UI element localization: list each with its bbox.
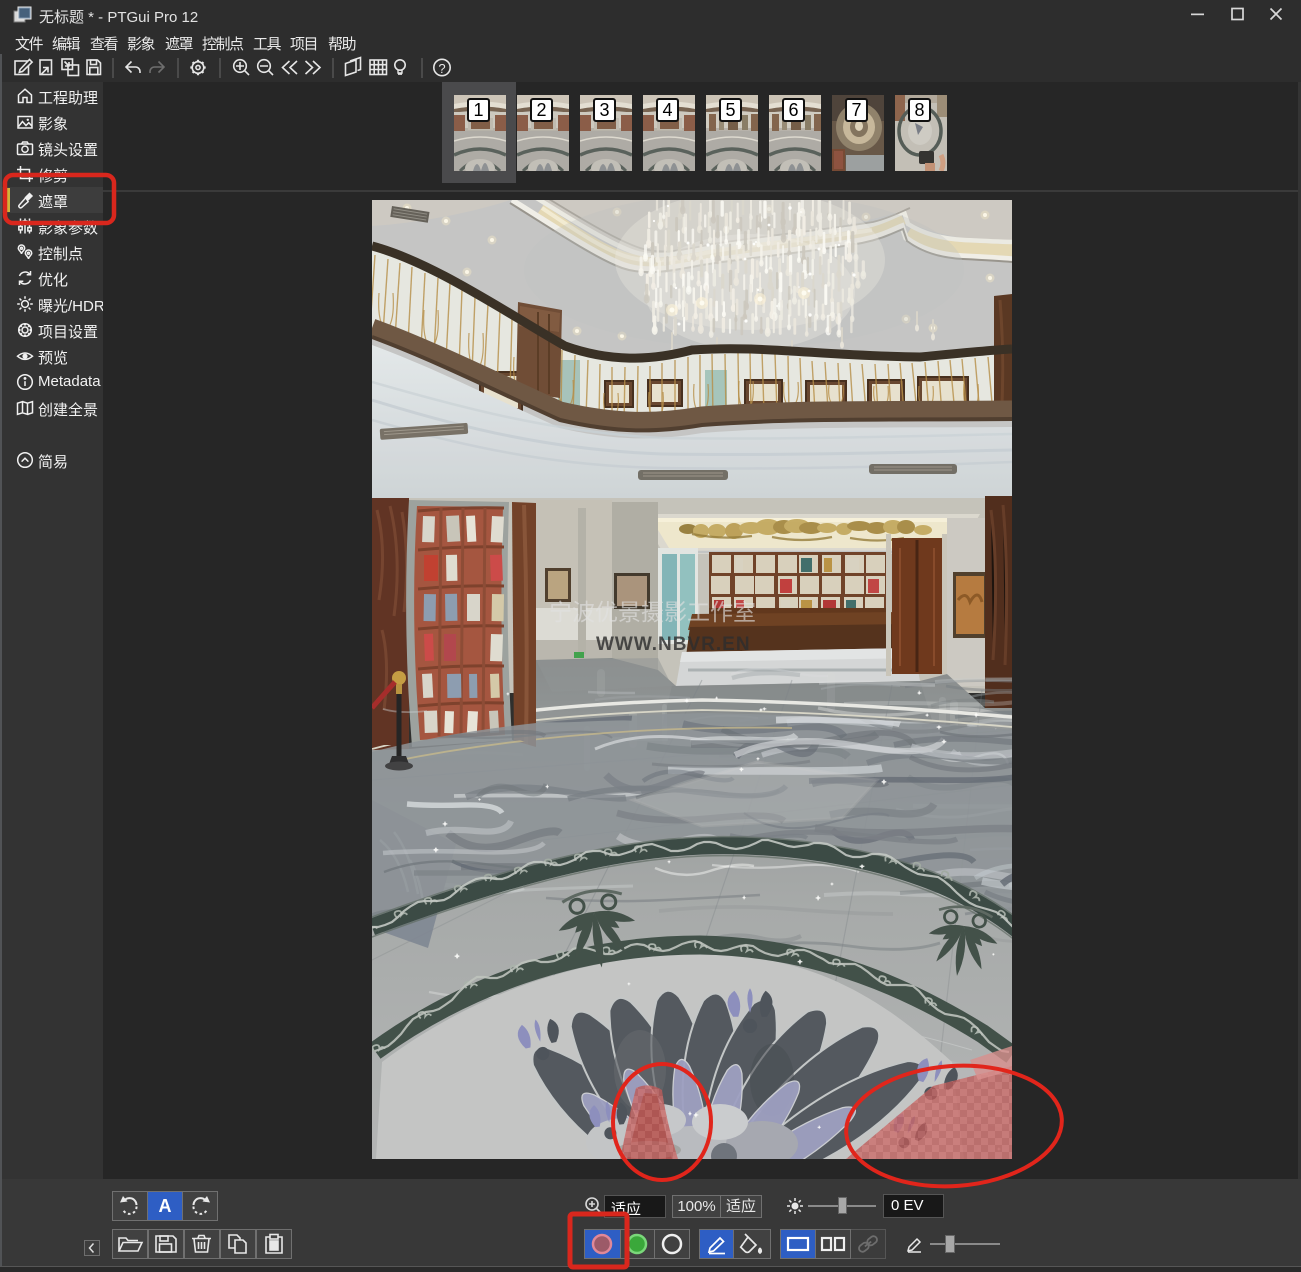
- svg-text:宁波优景摄影工作室: 宁波优景摄影工作室: [549, 599, 756, 625]
- svg-text:WWW.NBVR.EN: WWW.NBVR.EN: [596, 634, 751, 655]
- svg-text:?: ?: [438, 61, 445, 76]
